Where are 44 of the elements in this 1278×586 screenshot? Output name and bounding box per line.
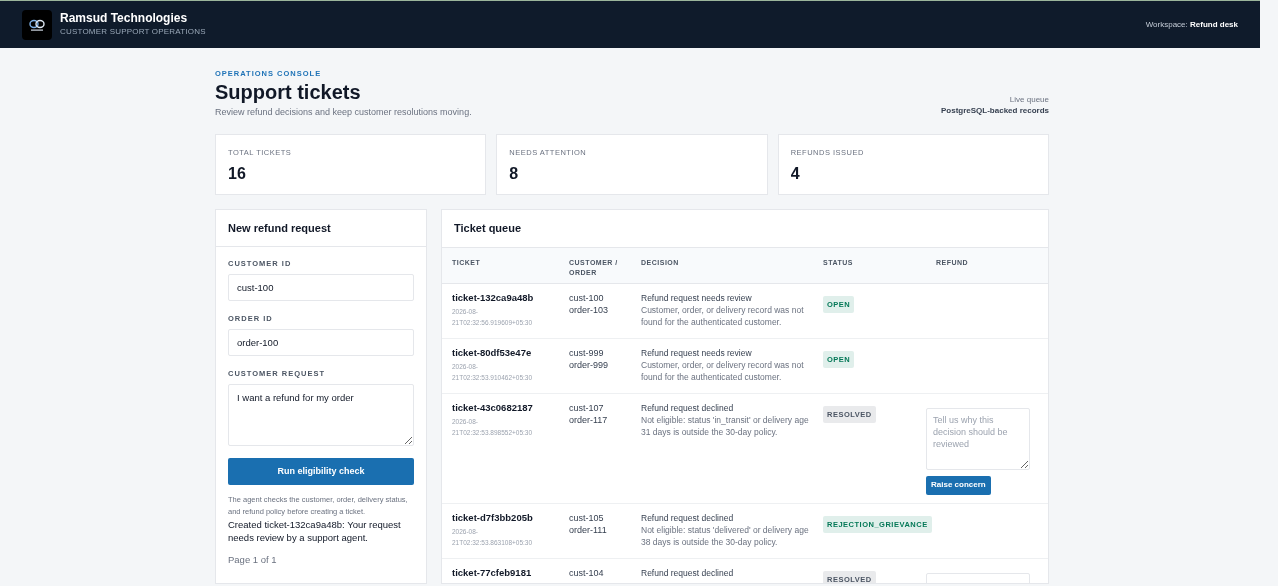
source-value: PostgreSQL-backed records	[940, 105, 1049, 116]
order-id: order-117	[569, 414, 609, 426]
customer-id: cust-100	[569, 292, 605, 304]
decision-reason: Customer, order, or delivery record was not found for the authenticated customer.	[641, 359, 805, 383]
run-eligibility-check-button[interactable]: Run eligibility check	[228, 458, 414, 485]
ticket-id: ticket-d7f3bb205b	[452, 511, 534, 524]
request-textarea[interactable]: I want a refund for my order	[228, 384, 414, 446]
stat-value: 16	[228, 164, 247, 184]
source-label: Live queue	[1009, 94, 1049, 105]
page-title: Support tickets	[215, 80, 362, 105]
decision-reason: Customer, order, or delivery record was not found for the authenticated customer.	[641, 304, 805, 328]
company-name: Ramsud Technologies	[60, 11, 189, 26]
customer-id: cust-107	[569, 402, 605, 414]
ticket-id: ticket-43c0682187	[452, 402, 534, 414]
decision-title: Refund request needs review	[641, 292, 753, 304]
text-input[interactable]: order-100	[228, 329, 414, 356]
card-title: New refund request	[228, 220, 331, 236]
decision-reason: Not eligible: status 'delivered' or delivery age 38 days is outside the 30-day policy.	[641, 523, 809, 548]
logo-icon	[22, 9, 52, 40]
card-title: Ticket queue	[454, 221, 522, 237]
text-input[interactable]: cust-100	[228, 274, 414, 301]
order-id: order-111	[569, 523, 608, 536]
decision-title: Refund request declined	[641, 511, 735, 524]
raise-concern-button[interactable]: Raise concern	[926, 475, 991, 495]
decision-title: Refund request declined	[641, 566, 735, 579]
order-id: order-999	[569, 359, 610, 371]
decision-title: Refund request declined	[641, 402, 735, 414]
company-tagline: CUSTOMER SUPPORT OPERATIONS	[60, 26, 206, 38]
workspace-label: Workspace: Refund desk	[1145, 18, 1238, 31]
ticket-id: ticket-77cfeb9181	[452, 566, 533, 579]
page-subtitle: Review refund decisions and keep customer resolutions moving.	[215, 106, 472, 119]
customer-id: cust-104	[569, 566, 605, 579]
decision-title: Refund request needs review	[641, 347, 753, 359]
decision-reason: Not eligible: status 'in_transit' or delivery age 31 days is outside the 30-day policy.	[641, 414, 809, 438]
ticket-id: ticket-132ca9a48b	[452, 292, 535, 304]
customer-id: cust-999	[569, 347, 605, 359]
result-message: Created ticket-132ca9a48b: Your request needs review by a support agent.	[228, 518, 402, 544]
customer-id: cust-105	[569, 511, 605, 524]
stat-value: 8	[509, 164, 520, 184]
ticket-id: ticket-80df53e47e	[452, 347, 533, 359]
pagination-text: Page 1 of 1	[228, 553, 278, 567]
order-id: order-103	[569, 304, 610, 316]
stat-value: 4	[790, 164, 801, 184]
concern-textarea[interactable]: Tell us why this decision should be reviewed	[926, 408, 1030, 470]
